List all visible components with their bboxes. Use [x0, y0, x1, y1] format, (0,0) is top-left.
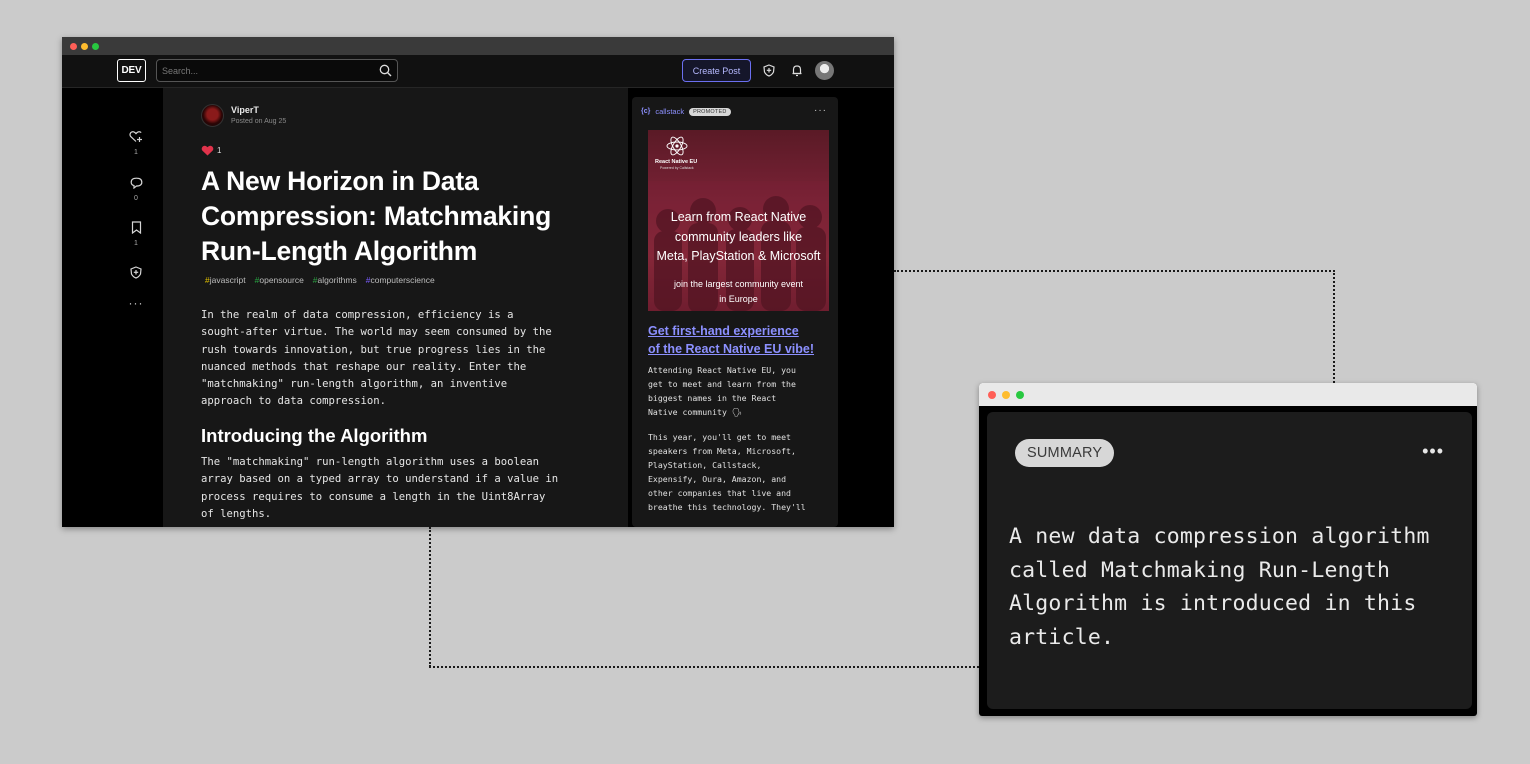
page-body: 1 0 1 ··· ViperT Posted on Aug 25 1 A Ne… [62, 88, 894, 527]
comment-button[interactable]: 0 [126, 176, 146, 202]
search-box [156, 59, 398, 82]
create-post-button[interactable]: Create Post [682, 59, 751, 82]
heart-reaction-button[interactable]: 1 [126, 130, 146, 156]
tag-javascript[interactable]: #javascript [205, 275, 246, 285]
algorithm-paragraph: The "matchmaking" run-length algorithm u… [201, 456, 559, 520]
callstack-icon: {c} [641, 108, 651, 115]
tag-list: #javascript #opensource #algorithms #com… [205, 275, 435, 285]
summary-window: SUMMARY ••• A new data compression algor… [979, 383, 1477, 716]
window-titlebar [979, 383, 1477, 406]
reaction-summary: 1 [201, 145, 221, 156]
user-avatar[interactable] [815, 61, 834, 80]
title-line: Run-Length Algorithm [201, 236, 478, 266]
connector-line [429, 666, 979, 668]
ad-title-link[interactable]: Get first-hand experience of the React N… [648, 323, 830, 358]
bookmark-button[interactable]: 1 [126, 221, 146, 247]
connector-line [429, 527, 431, 667]
ad-body-paragraph: This year, you'll get to meet speakers f… [648, 432, 806, 512]
section-heading: Introducing the Algorithm [201, 425, 428, 446]
search-icon[interactable] [379, 64, 392, 77]
summary-text: A new data compression algorithm called … [1009, 524, 1430, 650]
promoted-ad-card: {c} callstack PROMOTED ··· React Native … [632, 97, 838, 527]
reaction-total: 1 [217, 146, 222, 155]
article-content: ViperT Posted on Aug 25 1 A New Horizon … [163, 88, 628, 527]
tag-algorithms[interactable]: #algorithms [313, 275, 357, 285]
bell-icon[interactable] [791, 64, 803, 77]
close-window-button[interactable] [70, 43, 77, 50]
author-name[interactable]: ViperT [231, 105, 259, 115]
tag-opensource[interactable]: #opensource [255, 275, 304, 285]
reaction-sidebar: 1 0 1 ··· [62, 88, 163, 527]
intro-paragraph: In the realm of data compression, effici… [201, 309, 552, 408]
bookmark-icon [131, 221, 141, 235]
react-logo-icon [666, 136, 688, 156]
more-options-icon[interactable]: ··· [126, 296, 146, 310]
article-title: A New Horizon in Data Compression: Match… [201, 164, 611, 269]
ad-more-options-icon[interactable]: ··· [814, 105, 827, 116]
ad-body-paragraph: Attending React Native EU, you get to me… [648, 365, 796, 417]
promoted-badge: PROMOTED [689, 107, 731, 116]
event-logo-text: React Native EU [655, 159, 698, 165]
sparkle-heart-icon [201, 145, 214, 156]
bookmark-count: 1 [134, 240, 138, 247]
comment-count: 0 [134, 195, 138, 202]
heart-plus-icon [129, 131, 142, 142]
shield-icon [130, 266, 142, 279]
maximize-window-button[interactable] [1016, 391, 1024, 399]
title-line: Compression: Matchmaking [201, 201, 552, 231]
window-titlebar [62, 37, 894, 55]
more-options-icon[interactable]: ••• [1422, 441, 1444, 462]
tag-computerscience[interactable]: #computerscience [366, 275, 435, 285]
comment-icon [130, 177, 142, 190]
boost-button[interactable] [126, 266, 146, 284]
author-avatar[interactable] [201, 104, 224, 127]
summary-badge: SUMMARY [1015, 439, 1115, 467]
top-navigation: DEV Create Post [62, 55, 894, 88]
minimize-window-button[interactable] [1002, 391, 1010, 399]
event-logo-subtext: Powered by Callstack [660, 166, 694, 170]
ad-headline: Learn from React Native community leader… [656, 210, 821, 263]
title-line: A New Horizon in Data [201, 166, 479, 196]
ad-subline: join the largest community event in Euro… [673, 279, 804, 304]
ad-header: {c} callstack PROMOTED [641, 107, 731, 116]
ad-banner-image[interactable]: React Native EU Powered by Callstack Lea… [648, 130, 829, 311]
ad-brand[interactable]: callstack [655, 107, 684, 116]
minimize-window-button[interactable] [81, 43, 88, 50]
shield-icon[interactable] [763, 64, 775, 77]
connector-line [1333, 270, 1335, 383]
connector-line [894, 270, 1335, 272]
search-input[interactable] [157, 60, 357, 81]
dev-logo[interactable]: DEV [117, 59, 146, 82]
maximize-window-button[interactable] [92, 43, 99, 50]
heart-count: 1 [134, 149, 138, 156]
close-window-button[interactable] [988, 391, 996, 399]
article-browser-window: DEV Create Post [62, 37, 894, 527]
summary-card: SUMMARY ••• A new data compression algor… [987, 412, 1472, 709]
post-date: Posted on Aug 25 [231, 118, 287, 125]
